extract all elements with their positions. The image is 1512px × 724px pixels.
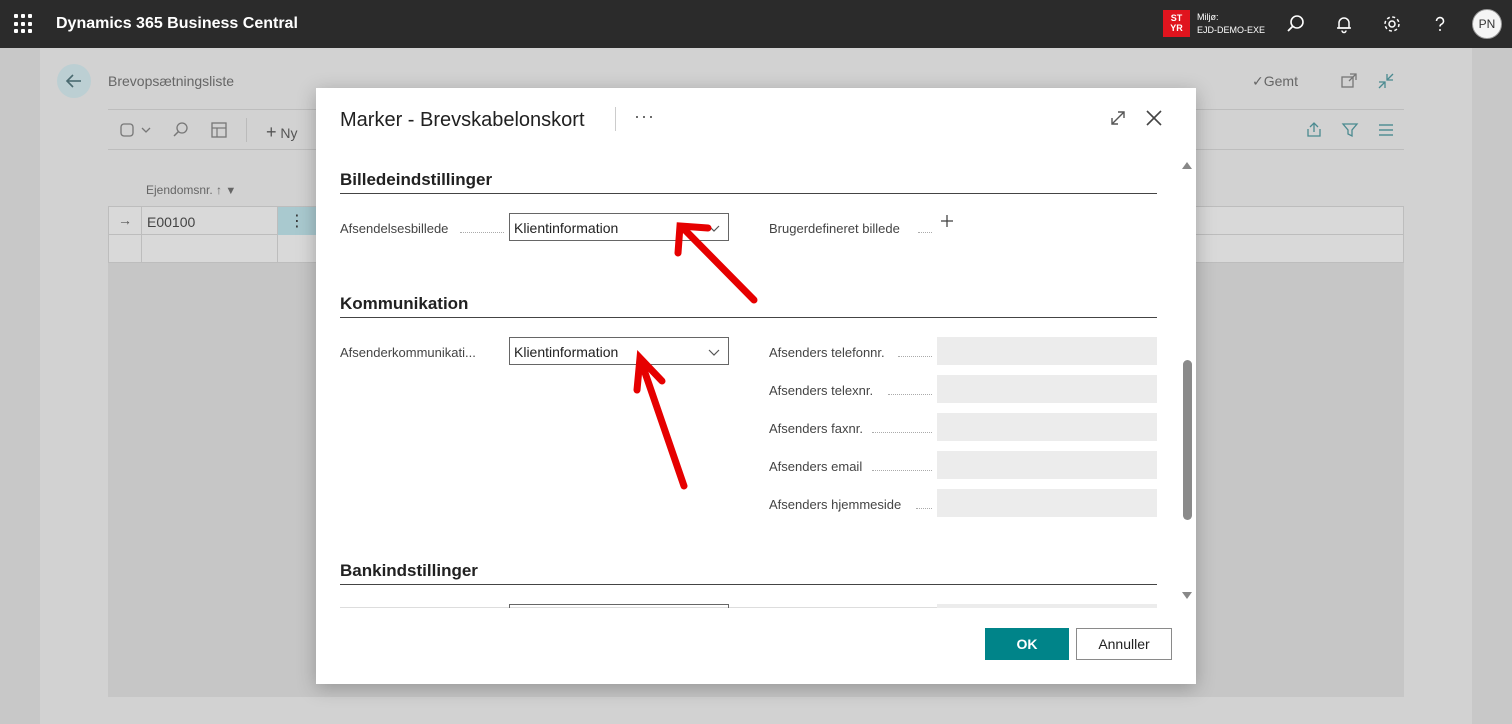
sender-email-label: Afsenders email xyxy=(769,459,863,474)
sender-phone-field[interactable] xyxy=(937,337,1157,365)
view-switch-icon[interactable] xyxy=(120,121,154,144)
app-title[interactable]: Dynamics 365 Business Central xyxy=(56,15,298,33)
new-button-label: Ny xyxy=(280,125,298,141)
section-rule xyxy=(340,317,1157,318)
section-rule xyxy=(340,584,1157,585)
sender-telex-label: Afsenders telexnr. xyxy=(769,383,874,398)
sender-image-label: Afsendelsesbillede xyxy=(340,221,449,236)
dialog-title: Marker - Brevskabelonskort xyxy=(340,109,585,131)
sender-homepage-label: Afsenders hjemmeside xyxy=(769,497,902,512)
scroll-down-icon[interactable] xyxy=(1182,592,1192,599)
more-options-icon[interactable]: ··· xyxy=(634,106,655,127)
back-button[interactable] xyxy=(57,64,91,98)
card-dialog: Marker - Brevskabelonskort ··· Billedein… xyxy=(316,88,1196,684)
sender-telex-field[interactable] xyxy=(937,375,1157,403)
row-actions-icon[interactable]: ⋮ xyxy=(278,207,316,235)
section-title-bank-settings[interactable]: Bankindstillinger xyxy=(340,561,478,581)
label-dots xyxy=(898,356,932,357)
chevron-down-icon xyxy=(708,225,720,232)
environment-badge: ST YR xyxy=(1163,10,1190,37)
label-dots xyxy=(888,394,932,395)
search-icon[interactable] xyxy=(1284,12,1308,36)
expand-icon[interactable] xyxy=(1108,108,1128,128)
notification-bell-icon[interactable] xyxy=(1332,12,1356,36)
user-avatar[interactable]: PN xyxy=(1472,9,1502,39)
sender-fax-label: Afsenders faxnr. xyxy=(769,421,863,436)
app-launcher-icon[interactable] xyxy=(14,14,34,34)
sender-email-field[interactable] xyxy=(937,451,1157,479)
dialog-scrollbar[interactable] xyxy=(1182,162,1194,602)
section-title-communication[interactable]: Kommunikation xyxy=(340,294,468,314)
label-dots xyxy=(460,232,504,233)
arrow-left-icon xyxy=(65,74,81,88)
column-header-label: Ejendomsnr. xyxy=(146,183,213,197)
sort-ascending-icon: ↑ xyxy=(216,183,223,197)
row-arrow-icon: → xyxy=(118,212,132,228)
column-divider xyxy=(141,207,142,263)
close-icon[interactable] xyxy=(1144,108,1164,128)
sender-communication-select[interactable]: Klientinformation xyxy=(509,337,729,365)
list-view-icon[interactable] xyxy=(1377,121,1395,144)
toolbar-separator xyxy=(246,118,247,142)
sender-image-value: Klientinformation xyxy=(514,220,619,236)
sender-phone-label: Afsenders telefonnr. xyxy=(769,345,885,360)
section-title-image-settings[interactable]: Billedeindstillinger xyxy=(340,170,492,190)
top-bar: Dynamics 365 Business Central ST YR Miljø… xyxy=(0,0,1512,48)
bank-field-partial[interactable] xyxy=(937,604,1157,608)
sender-image-select[interactable]: Klientinformation xyxy=(509,213,729,241)
environment-info[interactable]: Miljø: EJD-DEMO-EXE xyxy=(1197,11,1265,37)
bank-select-partial[interactable] xyxy=(509,604,729,608)
label-dots xyxy=(872,470,932,471)
scroll-up-icon[interactable] xyxy=(1182,162,1192,169)
edit-list-icon[interactable] xyxy=(210,121,228,144)
cancel-button[interactable]: Annuller xyxy=(1076,628,1172,660)
saved-label: Gemt xyxy=(1263,73,1298,89)
sender-communication-value: Klientinformation xyxy=(514,344,619,360)
section-rule xyxy=(340,193,1157,194)
open-new-window-icon[interactable] xyxy=(1340,72,1358,95)
page-title: Brevopsætningsliste xyxy=(108,73,235,89)
column-header-property-no[interactable]: Ejendomsnr. ↑ ▼ xyxy=(146,183,236,197)
scroll-thumb[interactable] xyxy=(1183,360,1192,520)
ok-button[interactable]: OK xyxy=(985,628,1069,660)
label-dots xyxy=(918,232,932,233)
search-list-icon[interactable] xyxy=(172,121,190,144)
share-icon[interactable] xyxy=(1305,121,1323,144)
plus-icon: + xyxy=(266,122,277,142)
dialog-scroll-area: Billedeindstillinger Afsendelsesbillede … xyxy=(316,158,1196,608)
checkmark-icon: ✓ xyxy=(1252,73,1264,89)
custom-image-label: Brugerdefineret billede xyxy=(769,221,900,236)
new-button[interactable]: + Ny xyxy=(266,122,298,143)
help-icon[interactable] xyxy=(1428,12,1452,36)
sender-fax-field[interactable] xyxy=(937,413,1157,441)
chevron-down-icon xyxy=(708,349,720,356)
add-image-plus-icon[interactable] xyxy=(940,214,954,228)
environment-name: EJD-DEMO-EXE xyxy=(1197,25,1266,35)
cell-property-no[interactable]: E00100 xyxy=(147,214,195,230)
label-dots xyxy=(872,432,932,433)
title-separator xyxy=(615,107,616,131)
filter-icon[interactable] xyxy=(1341,121,1359,144)
collapse-icon[interactable] xyxy=(1377,72,1395,95)
sender-communication-label: Afsenderkommunikati... xyxy=(340,345,476,360)
label-dots xyxy=(916,508,932,509)
settings-gear-icon[interactable] xyxy=(1380,12,1404,36)
sender-homepage-field[interactable] xyxy=(937,489,1157,517)
saved-status: ✓Gemt xyxy=(1252,73,1298,90)
environment-label: Miljø: xyxy=(1197,12,1219,22)
filter-icon: ▼ xyxy=(225,185,237,197)
